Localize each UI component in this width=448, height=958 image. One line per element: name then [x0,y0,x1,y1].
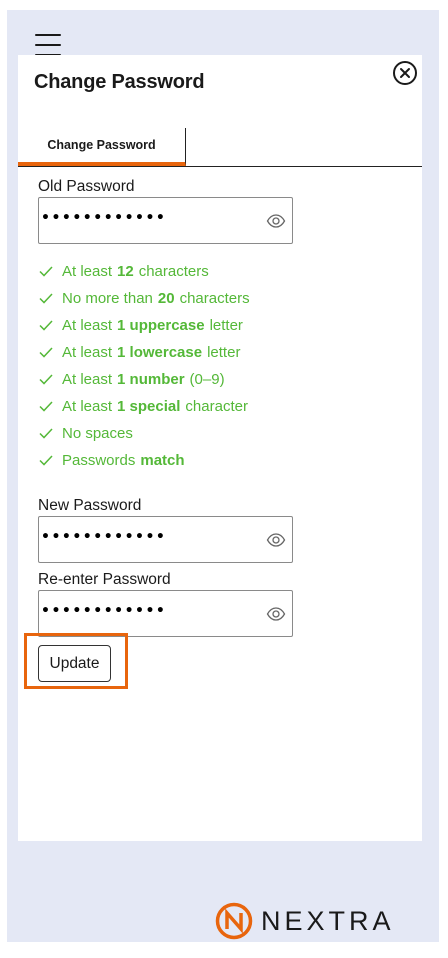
rule-text: At least [62,397,113,415]
new-password-label: New Password [38,497,142,514]
rule-text: (0–9) [189,370,225,388]
rule-text: letter [207,343,241,361]
rule-number: At least 1 number (0–9) [38,370,338,388]
rule-emphasis: match [140,451,185,469]
new-password-value: •••••••••••• [41,529,167,545]
brand-logo: NEXTRA [215,902,395,940]
old-password-label: Old Password [38,178,135,195]
check-icon [39,401,53,412]
rule-emphasis: 20 [157,289,175,307]
check-icon [39,266,53,277]
rule-special: At least 1 special character [38,397,338,415]
rule-emphasis: 12 [117,262,134,280]
reenter-password-value: •••••••••••• [41,603,167,619]
rule-uppercase: At least 1 uppercase letter [38,316,338,334]
close-icon[interactable] [393,61,417,85]
old-password-field[interactable]: •••••••••••• [38,197,293,244]
check-icon [39,293,53,304]
rule-emphasis: 1 number [117,370,185,388]
check-icon [39,428,53,439]
hamburger-menu-icon[interactable] [35,34,61,56]
show-password-eye-icon[interactable] [266,211,286,231]
rule-text: At least [62,316,113,334]
brand-name: NEXTRA [261,905,395,936]
update-button[interactable]: Update [38,645,111,682]
rule-emphasis: 1 lowercase [117,343,203,361]
rule-text: characters [138,262,209,280]
new-password-field[interactable]: •••••••••••• [38,516,293,563]
dialog-title: Change Password [34,71,205,93]
rule-emphasis: 1 uppercase [117,316,205,334]
rule-text: At least [62,262,113,280]
tab-bar: Change Password [18,128,422,167]
nextra-logo-icon [215,902,253,940]
rule-text: No spaces [62,424,133,442]
rule-text: Passwords [62,451,136,469]
rule-min-length: At least 12 characters [38,262,338,280]
rule-lowercase: At least 1 lowercase letter [38,343,338,361]
rule-passwords-match: Passwords match [38,451,338,469]
rule-text: characters [179,289,250,307]
check-icon [39,455,53,466]
check-icon [39,320,53,331]
rule-text: At least [62,343,113,361]
rule-text: letter [209,316,243,334]
show-password-eye-icon[interactable] [266,530,286,550]
reenter-password-label: Re-enter Password [38,571,171,588]
reenter-password-field[interactable]: •••••••••••• [38,590,293,637]
rule-text: At least [62,370,113,388]
change-password-dialog: Change Password Change Password Old Pass… [18,55,422,841]
rule-emphasis: 1 special [117,397,181,415]
check-icon [39,374,53,385]
check-icon [39,347,53,358]
rule-no-spaces: No spaces [38,424,338,442]
rule-text: No more than [62,289,153,307]
show-password-eye-icon[interactable] [266,604,286,624]
old-password-value: •••••••••••• [41,210,167,226]
tab-change-password[interactable]: Change Password [18,128,186,166]
rule-text: character [185,397,248,415]
rule-max-length: No more than 20 characters [38,289,338,307]
